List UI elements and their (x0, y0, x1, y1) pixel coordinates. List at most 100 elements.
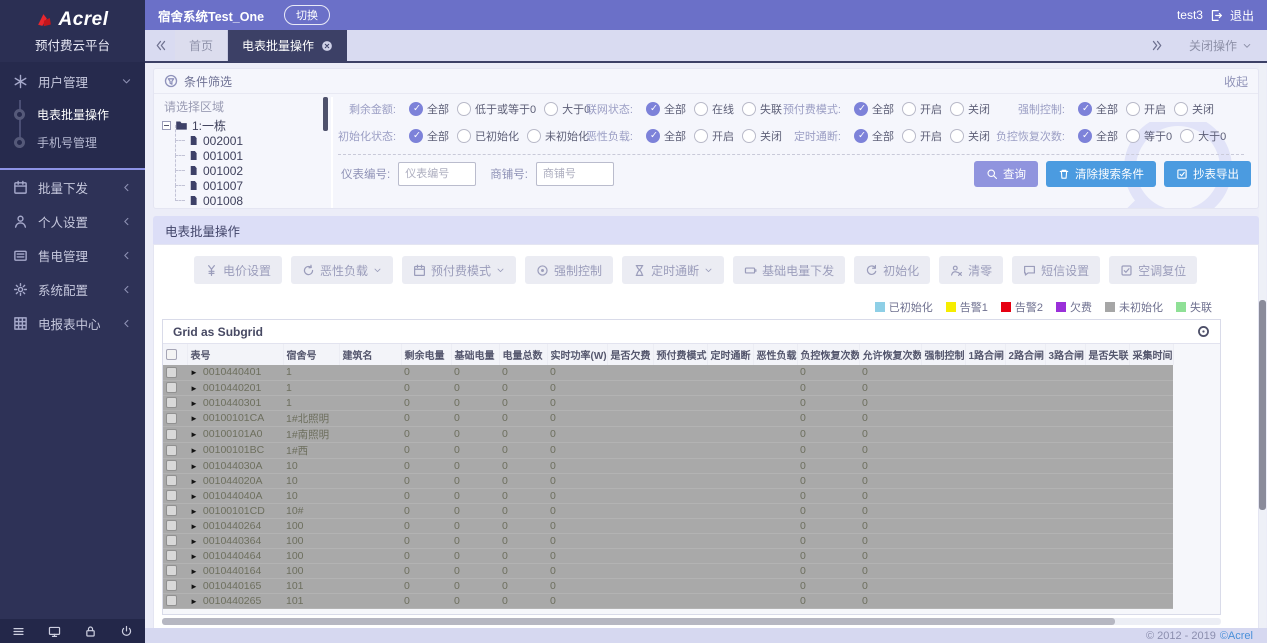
expand-row-icon[interactable]: ► (190, 368, 198, 377)
radio-icon[interactable] (694, 129, 708, 143)
radio-option-开启[interactable]: 开启 (902, 101, 942, 117)
expand-row-icon[interactable]: ► (190, 597, 198, 606)
sidebar-item-售电管理[interactable]: 售电管理 (0, 238, 145, 272)
radio-icon[interactable] (646, 102, 660, 116)
radio-option-已初始化[interactable]: 已初始化 (457, 128, 519, 144)
table-row[interactable]: ►00100101A01#南照明000000 (163, 426, 1173, 442)
radio-icon[interactable] (854, 129, 868, 143)
radio-icon[interactable] (409, 129, 423, 143)
radio-option-全部[interactable]: 全部 (854, 101, 894, 117)
radio-option-开启[interactable]: 开启 (1126, 101, 1166, 117)
radio-option-失联[interactable]: 失联 (742, 101, 782, 117)
table-row[interactable]: ►00100101CD10#000000 (163, 503, 1173, 518)
radio-option-全部[interactable]: 全部 (409, 128, 449, 144)
sidebar-subitem-手机号管理[interactable]: 手机号管理 (0, 128, 145, 156)
radio-icon[interactable] (1078, 129, 1092, 143)
row-checkbox[interactable] (166, 382, 177, 393)
tree-node-001008[interactable]: 001008 (175, 193, 331, 208)
tree-node-001007[interactable]: 001007 (175, 178, 331, 193)
radio-option-全部[interactable]: 全部 (1078, 101, 1118, 117)
toolbar-button-短信设置[interactable]: 短信设置 (1012, 256, 1100, 284)
radio-icon[interactable] (1126, 102, 1140, 116)
table-row[interactable]: ►00100101BC1#西000000 (163, 442, 1173, 458)
switch-system-button[interactable]: 切换 (284, 5, 330, 25)
logout-button[interactable]: 退出 (1230, 7, 1254, 24)
row-checkbox[interactable] (166, 550, 177, 561)
expand-row-icon[interactable]: ► (190, 582, 198, 591)
expand-row-icon[interactable]: ► (190, 414, 198, 423)
row-checkbox[interactable] (166, 397, 177, 408)
radio-option-开启[interactable]: 开启 (902, 128, 942, 144)
radio-icon[interactable] (742, 129, 756, 143)
collapse-panel-button[interactable]: 收起 (1224, 73, 1248, 90)
page-vertical-scrollbar-thumb[interactable] (1259, 300, 1266, 510)
select-all-checkbox[interactable] (166, 349, 177, 360)
row-checkbox[interactable] (166, 367, 177, 378)
row-checkbox[interactable] (166, 595, 177, 606)
radio-icon[interactable] (409, 102, 423, 116)
sidebar-item-系统配置[interactable]: 系统配置 (0, 272, 145, 306)
tree-node-001001[interactable]: 001001 (175, 148, 331, 163)
collapse-menu-icon[interactable] (12, 625, 25, 638)
tabs-scroll-right-button[interactable] (1143, 39, 1173, 52)
radio-icon[interactable] (854, 102, 868, 116)
radio-option-在线[interactable]: 在线 (694, 101, 734, 117)
table-row[interactable]: ►0010440165101000000 (163, 578, 1173, 593)
radio-icon[interactable] (950, 102, 964, 116)
radio-icon[interactable] (902, 102, 916, 116)
radio-icon[interactable] (457, 102, 471, 116)
table-row[interactable]: ►00104402011000000 (163, 380, 1173, 395)
expand-row-icon[interactable]: ► (190, 537, 198, 546)
expand-row-icon[interactable]: ► (190, 384, 198, 393)
radio-option-全部[interactable]: 全部 (854, 128, 894, 144)
table-row[interactable]: ►0010440464100000000 (163, 548, 1173, 563)
expand-row-icon[interactable]: ► (190, 522, 198, 531)
table-row[interactable]: ►0010440264100000000 (163, 518, 1173, 533)
抄表导出-button[interactable]: 抄表导出 (1164, 161, 1251, 187)
table-row[interactable]: ►00100101CA1#北照明000000 (163, 410, 1173, 426)
grid-horizontal-scrollbar-thumb[interactable] (162, 618, 1115, 625)
toolbar-button-空调复位[interactable]: 空调复位 (1109, 256, 1197, 284)
expand-row-icon[interactable]: ► (190, 399, 198, 408)
meter-number-input[interactable] (398, 162, 476, 186)
radio-option-低于或等于0[interactable]: 低于或等于0 (457, 101, 536, 117)
expand-row-icon[interactable]: ► (190, 552, 198, 561)
table-row[interactable]: ►0010440364100000000 (163, 533, 1173, 548)
toolbar-button-定时通断[interactable]: 定时通断 (622, 256, 724, 284)
radio-option-关闭[interactable]: 关闭 (742, 128, 782, 144)
tree-node-002001[interactable]: 002001 (175, 133, 331, 148)
tab-close-icon[interactable] (321, 40, 333, 52)
radio-icon[interactable] (1180, 129, 1194, 143)
radio-option-大于0[interactable]: 大于0 (1180, 128, 1226, 144)
toolbar-button-预付费模式[interactable]: 预付费模式 (402, 256, 516, 284)
radio-option-开启[interactable]: 开启 (694, 128, 734, 144)
row-checkbox[interactable] (166, 475, 177, 486)
tree-node-001002[interactable]: 001002 (175, 163, 331, 178)
column-settings-icon[interactable] (1197, 325, 1210, 338)
radio-icon[interactable] (1174, 102, 1188, 116)
radio-option-未初始化[interactable]: 未初始化 (527, 128, 589, 144)
expand-row-icon[interactable]: ► (190, 430, 198, 439)
sidebar-subitem-电表批量操作[interactable]: 电表批量操作 (0, 100, 145, 128)
radio-icon[interactable] (1126, 129, 1140, 143)
row-checkbox[interactable] (166, 505, 177, 516)
expand-row-icon[interactable]: ► (190, 462, 198, 471)
power-icon[interactable] (120, 625, 133, 638)
tree-root-node[interactable]: 1:一栋 (160, 118, 331, 133)
radio-option-全部[interactable]: 全部 (409, 101, 449, 117)
tab-首页[interactable]: 首页 (175, 30, 228, 61)
radio-option-全部[interactable]: 全部 (646, 128, 686, 144)
toolbar-button-强制控制[interactable]: 强制控制 (525, 256, 613, 284)
sidebar-item-电报表中心[interactable]: 电报表中心 (0, 306, 145, 340)
table-row[interactable]: ►001044030A10000000 (163, 458, 1173, 473)
radio-option-关闭[interactable]: 关闭 (950, 128, 990, 144)
tabs-scroll-left-button[interactable] (145, 30, 175, 61)
radio-icon[interactable] (902, 129, 916, 143)
radio-icon[interactable] (646, 129, 660, 143)
toolbar-button-基础电量下发[interactable]: 基础电量下发 (733, 256, 845, 284)
radio-icon[interactable] (544, 102, 558, 116)
radio-option-关闭[interactable]: 关闭 (1174, 101, 1214, 117)
toolbar-button-恶性负载[interactable]: 恶性负载 (291, 256, 393, 284)
row-checkbox[interactable] (166, 565, 177, 576)
radio-icon[interactable] (742, 102, 756, 116)
